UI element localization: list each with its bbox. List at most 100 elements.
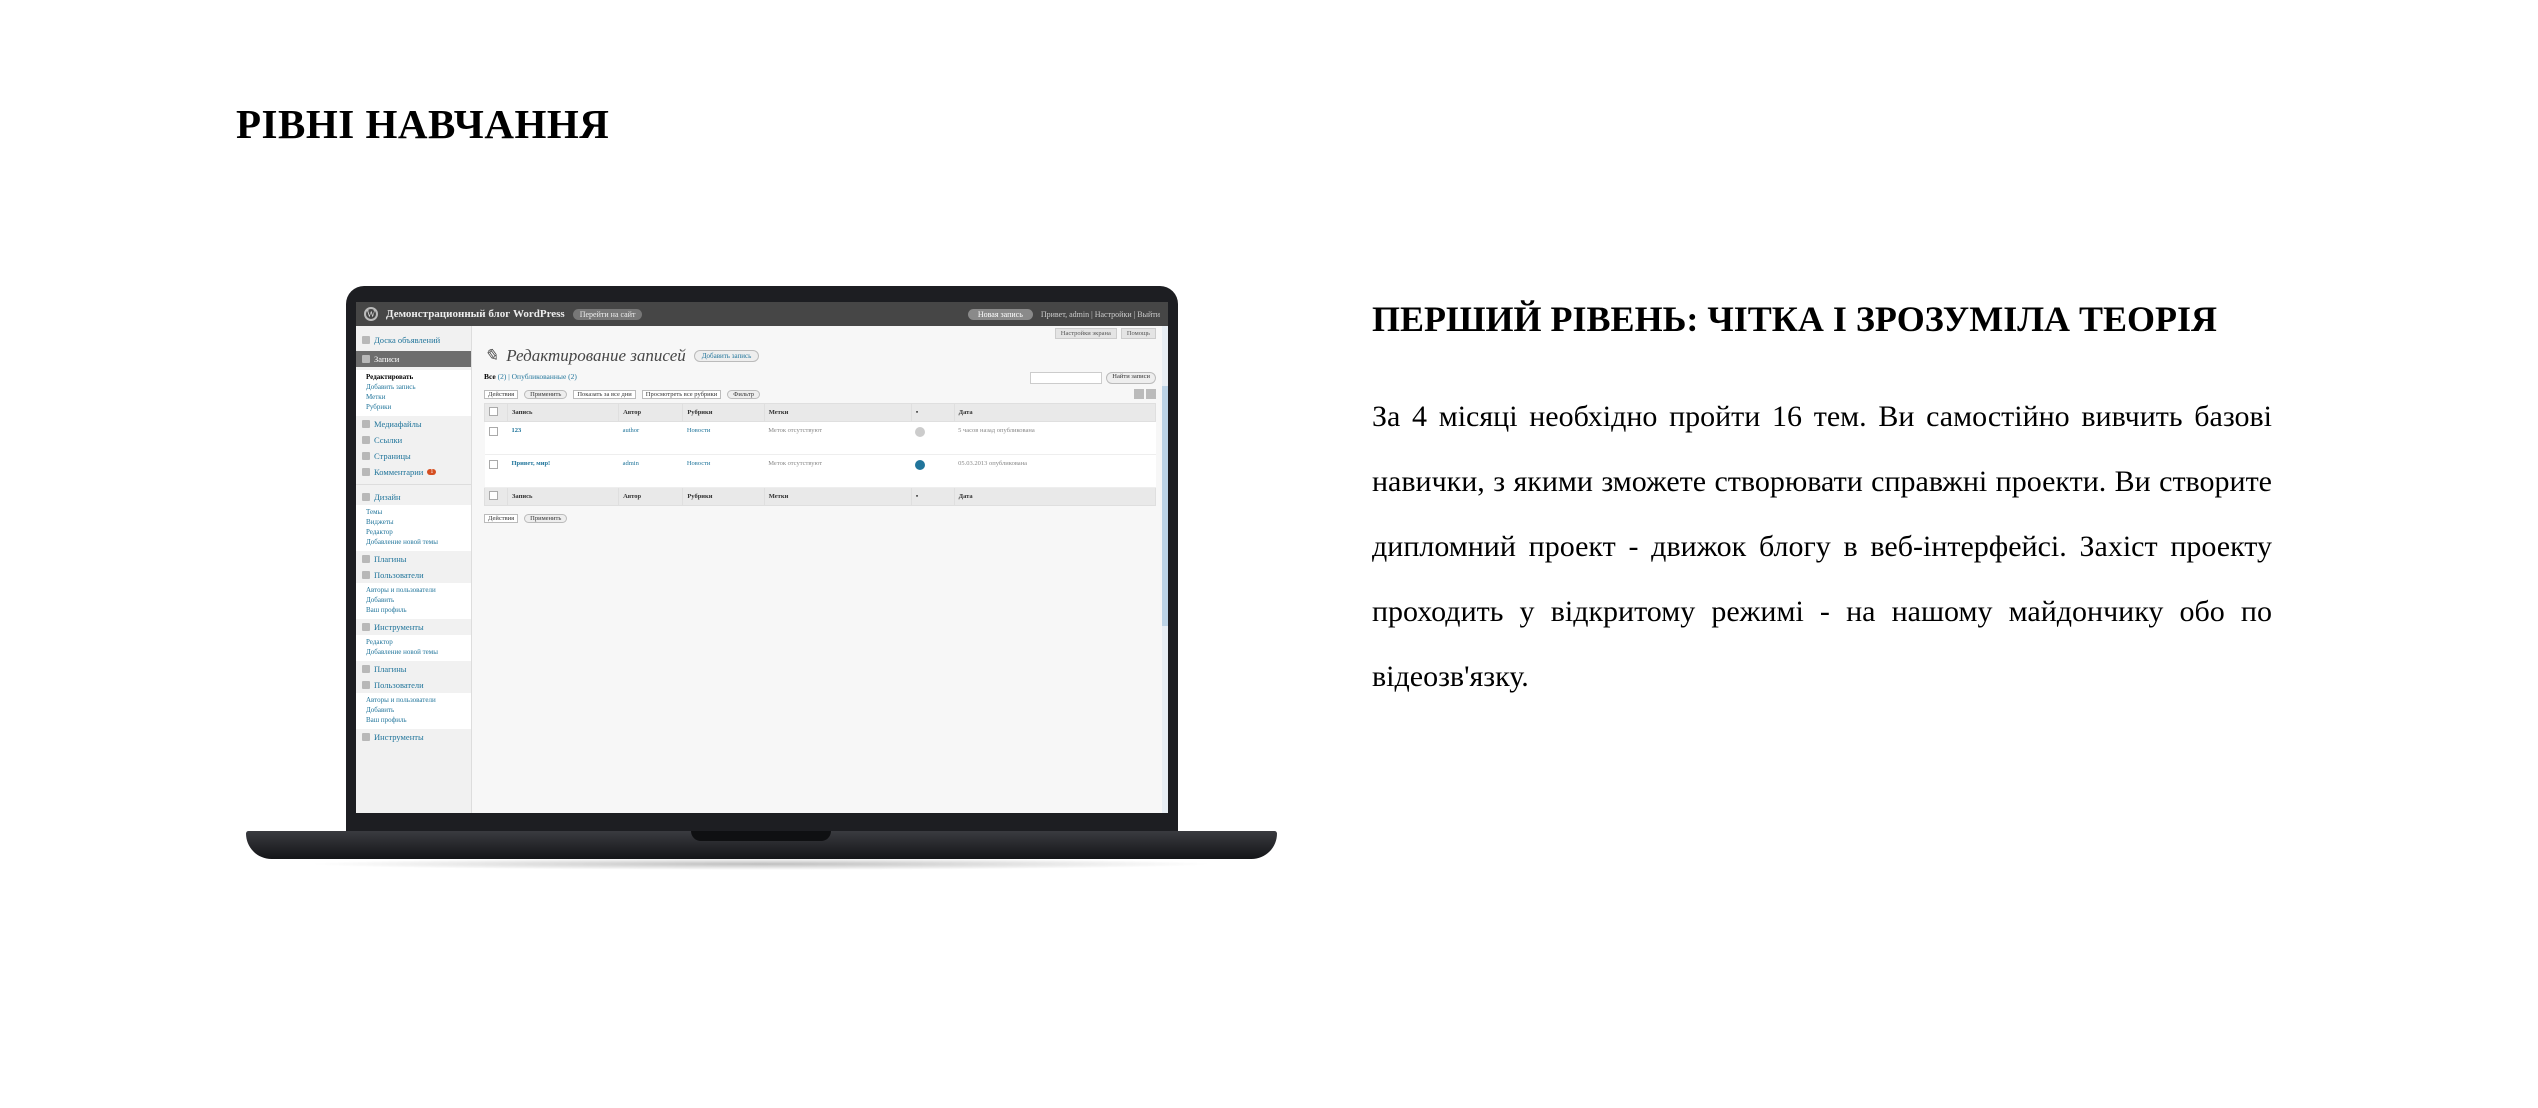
menu-comments: Комментарии 1 [356, 464, 471, 480]
column-footer: Дата [953, 487, 1157, 506]
submenu-item: Добавление новой темы [366, 648, 438, 656]
submenu-item: Редактор [366, 638, 393, 646]
column-header: Дата [953, 403, 1157, 422]
submenu-item: Редактировать [366, 373, 414, 381]
wp-page-heading: ✎ Редактирование записей Добавить запись [484, 346, 1156, 366]
wordpress-logo-icon: W [364, 307, 378, 321]
column-header: Автор [618, 403, 684, 422]
tablenav-top: Действия Применить Показать за все дни П… [484, 389, 1156, 399]
menu-tools: Инструменты [356, 619, 471, 635]
level-description: За 4 місяці необхідно пройти 16 тем. Ви … [1372, 400, 2272, 693]
posts-submenu: Редактировать Добавить запись Метки Рубр… [356, 370, 471, 416]
column-footer: Автор [618, 487, 684, 506]
tools-icon [362, 623, 370, 631]
comment-count-icon [915, 460, 926, 470]
screen-scrollbar [1162, 326, 1168, 813]
wp-page-title: Редактирование записей [506, 346, 686, 365]
plugins-icon [362, 665, 370, 673]
select-all-checkbox [489, 491, 498, 500]
media-icon [362, 420, 370, 428]
menu-appearance: Дизайн [356, 489, 471, 505]
users-icon [362, 571, 370, 579]
help-tab: Помощь [1120, 328, 1156, 339]
table-row: Привет, мир! admin Новости Меток отсутст… [484, 454, 1156, 488]
bulk-action-select: Действия [484, 389, 519, 399]
appearance-submenu: Темы Виджеты Редактор Добавление новой т… [356, 505, 471, 551]
edit-icon: ✎ [484, 346, 499, 365]
posts-icon [362, 355, 370, 363]
list-view-icon [1134, 389, 1144, 399]
menu-users-2: Пользователи [356, 677, 471, 693]
bulk-action-select: Действия [484, 514, 519, 523]
add-new-button: Добавить запись [693, 350, 760, 362]
dashboard-icon [362, 336, 370, 344]
site-name: Демонстрационный блог WordPress [386, 308, 565, 320]
column-footer: Метки [763, 487, 912, 506]
wp-main: Настройки экрана Помощь ✎ Редактирование… [472, 326, 1168, 813]
submenu-item: Рубрики [366, 403, 392, 411]
comments-column-icon: ▪ [910, 487, 955, 506]
column-footer: Запись [506, 487, 620, 506]
wp-admin-bar: W Демонстрационный блог WordPress Перейт… [356, 302, 1168, 326]
page-title: РІВНІ НАВЧАННЯ [236, 101, 610, 147]
menu-users: Пользователи [356, 567, 471, 583]
view-switch [1134, 389, 1156, 399]
row-checkbox [488, 460, 498, 469]
menu-media: Медиафайлы [356, 416, 471, 432]
submenu-item: Добавление новой темы [366, 538, 438, 546]
users-icon [362, 681, 370, 689]
users-submenu: Авторы и пользователи Добавить Ваш профи… [356, 583, 471, 619]
laptop-notch [691, 831, 831, 841]
filter-button: Фильтр [727, 389, 761, 399]
submenu-item: Виджеты [366, 518, 394, 526]
laptop-screen: W Демонстрационный блог WordPress Перейт… [356, 302, 1168, 813]
submenu-item: Метки [366, 393, 386, 401]
select-all-checkbox [489, 407, 498, 416]
search-button: Найти записи [1106, 372, 1156, 384]
submenu-item: Авторы и пользователи [366, 586, 436, 594]
tools-icon [362, 733, 370, 741]
menu-tools-2: Инструменты [356, 729, 471, 745]
comments-icon [362, 468, 370, 476]
comments-column-icon: ▪ [910, 403, 955, 422]
menu-posts: Записи [356, 351, 471, 367]
level-title: ПЕРШИЙ РІВЕНЬ: ЧІТКА І ЗРОЗУМІЛА ТЕОРІЯ [1372, 299, 2218, 339]
excerpt-view-icon [1146, 389, 1156, 399]
appearance-icon [362, 493, 370, 501]
menu-links: Ссылки [356, 432, 471, 448]
submenu-item: Редактор [366, 528, 393, 536]
pages-icon [362, 452, 370, 460]
submenu-item: Добавить [366, 596, 395, 604]
tablenav-bottom: Действия Применить [484, 514, 1156, 523]
comment-count-icon [915, 427, 926, 437]
menu-plugins: Плагины [356, 551, 471, 567]
screen-options: Настройки экрана Помощь [1054, 328, 1156, 339]
menu-plugins-2: Плагины [356, 661, 471, 677]
posts-table: Запись Автор Рубрики Метки ▪ Дата 123 au… [484, 403, 1157, 506]
submenu-item: Ваш профиль [366, 716, 407, 724]
menu-dashboard: Доска объявлений [356, 332, 471, 348]
submenu-item: Добавить [366, 706, 395, 714]
plugins-icon [362, 555, 370, 563]
submenu-item: Авторы и пользователи [366, 696, 436, 704]
category-filter-select: Просмотреть все рубрики [641, 389, 722, 399]
row-checkbox [488, 427, 498, 436]
table-row: 123 author Новости Меток отсутствуют 5 ч… [484, 421, 1156, 455]
new-post-button: Новая запись [967, 308, 1033, 320]
tools-submenu: Редактор Добавление новой темы [356, 635, 471, 661]
search-row: Найти записи [1030, 372, 1156, 384]
submenu-item: Добавить запись [366, 383, 416, 391]
screen-options-tab: Настройки экрана [1054, 328, 1117, 339]
laptop-shadow [306, 858, 1216, 870]
submenu-item: Ваш профиль [366, 606, 407, 614]
search-input [1030, 372, 1103, 384]
column-footer: Рубрики [682, 487, 765, 506]
column-header: Рубрики [682, 403, 765, 422]
column-header: Запись [506, 403, 620, 422]
user-links: Привет, admin | Настройки | Выйти [1040, 309, 1160, 319]
column-header: Метки [763, 403, 912, 422]
laptop-lid: W Демонстрационный блог WordPress Перейт… [346, 286, 1178, 831]
apply-button: Применить [524, 389, 568, 399]
laptop-image: W Демонстрационный блог WordPress Перейт… [246, 286, 1277, 871]
date-filter-select: Показать за все дни [573, 389, 636, 399]
